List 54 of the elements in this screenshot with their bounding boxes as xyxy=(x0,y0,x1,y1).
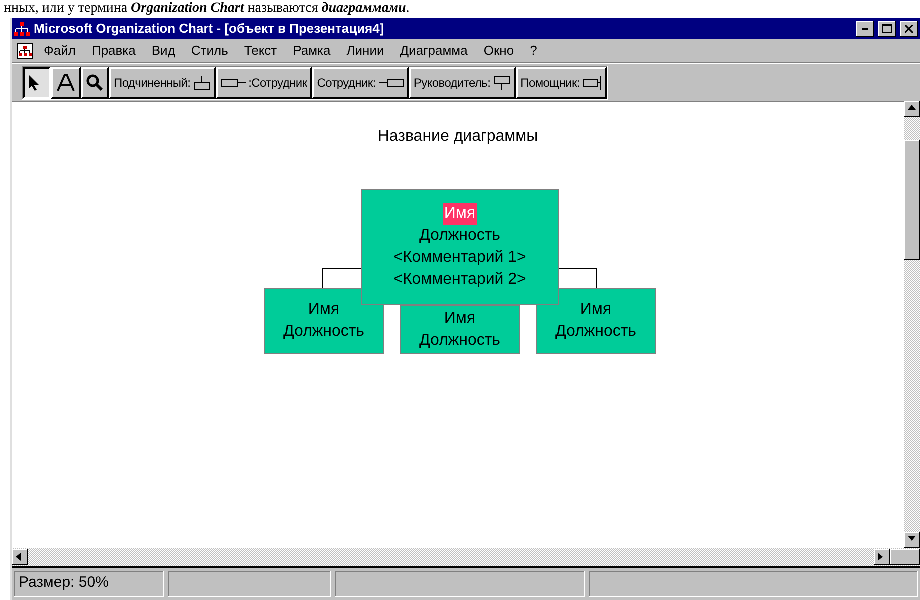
maximize-icon xyxy=(882,24,892,33)
pointer-icon xyxy=(28,74,40,92)
menu-item[interactable]: Стиль xyxy=(185,43,238,58)
menu-item[interactable]: ? xyxy=(524,43,548,58)
menu-item[interactable]: Правка xyxy=(86,43,146,58)
box-text: Имя xyxy=(307,300,341,320)
pointer-tool-button[interactable] xyxy=(23,66,51,98)
subordinate-box[interactable]: Имя Должность xyxy=(264,288,384,354)
chart-title[interactable]: Название диаграммы xyxy=(12,128,904,146)
box-tool-button[interactable]: :Сотрудник xyxy=(216,66,312,98)
coworker-box-icon xyxy=(220,78,247,88)
menu-item[interactable]: Рамка xyxy=(287,43,341,58)
box-text: Должность xyxy=(418,330,502,350)
menu-item[interactable]: Текст xyxy=(238,43,288,58)
menu-item[interactable]: Вид xyxy=(146,43,186,58)
vertical-scrollbar[interactable] xyxy=(904,101,920,548)
assistant-box-icon xyxy=(582,74,602,90)
box-text: Имя xyxy=(443,308,477,328)
box-text: Имя xyxy=(579,300,613,320)
close-icon xyxy=(905,24,913,32)
menu-item[interactable]: Линии xyxy=(340,43,394,58)
close-button[interactable] xyxy=(900,20,918,36)
subordinate-box-icon xyxy=(192,74,211,90)
box-text: <Комментарий 2> xyxy=(392,270,528,290)
horizontal-scrollbar[interactable] xyxy=(12,548,920,568)
menu-item[interactable]: Диаграмма xyxy=(394,43,478,58)
box-text: Должность xyxy=(282,322,366,342)
org-chart-icon xyxy=(14,22,30,36)
box-tool-button[interactable]: Помощник: xyxy=(516,66,607,98)
manager-box-icon xyxy=(492,74,511,90)
status-pane: Размер: 50% xyxy=(14,571,164,597)
maximize-button[interactable] xyxy=(878,20,896,36)
coworker-box-icon xyxy=(378,78,404,88)
search-icon xyxy=(86,74,104,92)
text-tool-icon xyxy=(56,72,76,92)
minimize-button[interactable] xyxy=(856,20,874,36)
box-tool-button[interactable]: Сотрудник: xyxy=(312,66,409,98)
box-tool-button[interactable]: Руководитель: xyxy=(408,66,516,98)
box-tool-button[interactable]: Подчиненный: xyxy=(109,66,216,98)
box-text: <Комментарий 1> xyxy=(392,248,528,268)
document-text: нных, или у термина Organization Chart называются диаграммами. xyxy=(3,0,410,18)
window-title: Microsoft Organization Chart - [объект в Презентация4] xyxy=(34,21,386,36)
subordinate-box[interactable]: Имя Должность xyxy=(536,288,656,354)
box-text: Должность xyxy=(418,226,502,246)
menu-item[interactable]: Файл xyxy=(38,43,86,58)
menu-item[interactable]: Окно xyxy=(478,43,524,58)
box-text: Имя xyxy=(443,203,477,225)
box-text: Должность xyxy=(554,322,638,342)
manager-box[interactable]: Имя Должность <Комментарий 1> <Комментарий 2> xyxy=(361,189,559,305)
minimize-icon xyxy=(862,28,868,30)
text-tool-button[interactable] xyxy=(51,66,81,98)
zoom-tool-button[interactable] xyxy=(81,66,109,98)
subordinate-box[interactable]: Имя Должность xyxy=(400,305,520,354)
document-icon xyxy=(16,42,34,60)
